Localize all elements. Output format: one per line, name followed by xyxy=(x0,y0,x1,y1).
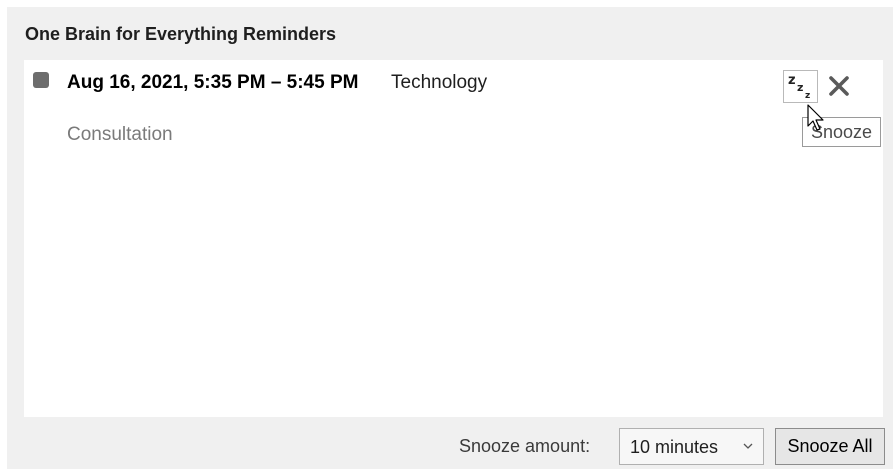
category-color-icon xyxy=(33,72,49,88)
dismiss-button[interactable] xyxy=(827,74,851,98)
snooze-button[interactable]: z z z xyxy=(783,70,818,103)
reminders-dialog: One Brain for Everything Reminders Aug 1… xyxy=(7,7,893,469)
snooze-zzz-icon: z z z xyxy=(788,73,810,101)
svg-text:z: z xyxy=(805,91,810,101)
reminder-subject: Consultation xyxy=(67,124,173,145)
reminder-category: Technology xyxy=(391,72,488,93)
reminder-time: Aug 16, 2021, 5:35 PM – 5:45 PM xyxy=(67,72,359,93)
reminder-item[interactable]: Aug 16, 2021, 5:35 PM – 5:45 PM Consulta… xyxy=(24,60,883,160)
close-icon xyxy=(829,76,849,96)
snooze-all-button[interactable]: Snooze All xyxy=(775,428,885,465)
mouse-cursor-icon xyxy=(807,104,824,131)
reminder-list: Aug 16, 2021, 5:35 PM – 5:45 PM Consulta… xyxy=(24,60,883,417)
chevron-down-icon xyxy=(743,443,753,449)
snooze-amount-select[interactable]: 10 minutes xyxy=(619,428,764,465)
snooze-amount-label: Snooze amount: xyxy=(459,436,591,456)
snooze-amount-value: 10 minutes xyxy=(630,437,719,457)
dialog-title: One Brain for Everything Reminders xyxy=(25,24,337,44)
svg-text:z: z xyxy=(788,73,796,88)
svg-text:z: z xyxy=(797,81,803,94)
